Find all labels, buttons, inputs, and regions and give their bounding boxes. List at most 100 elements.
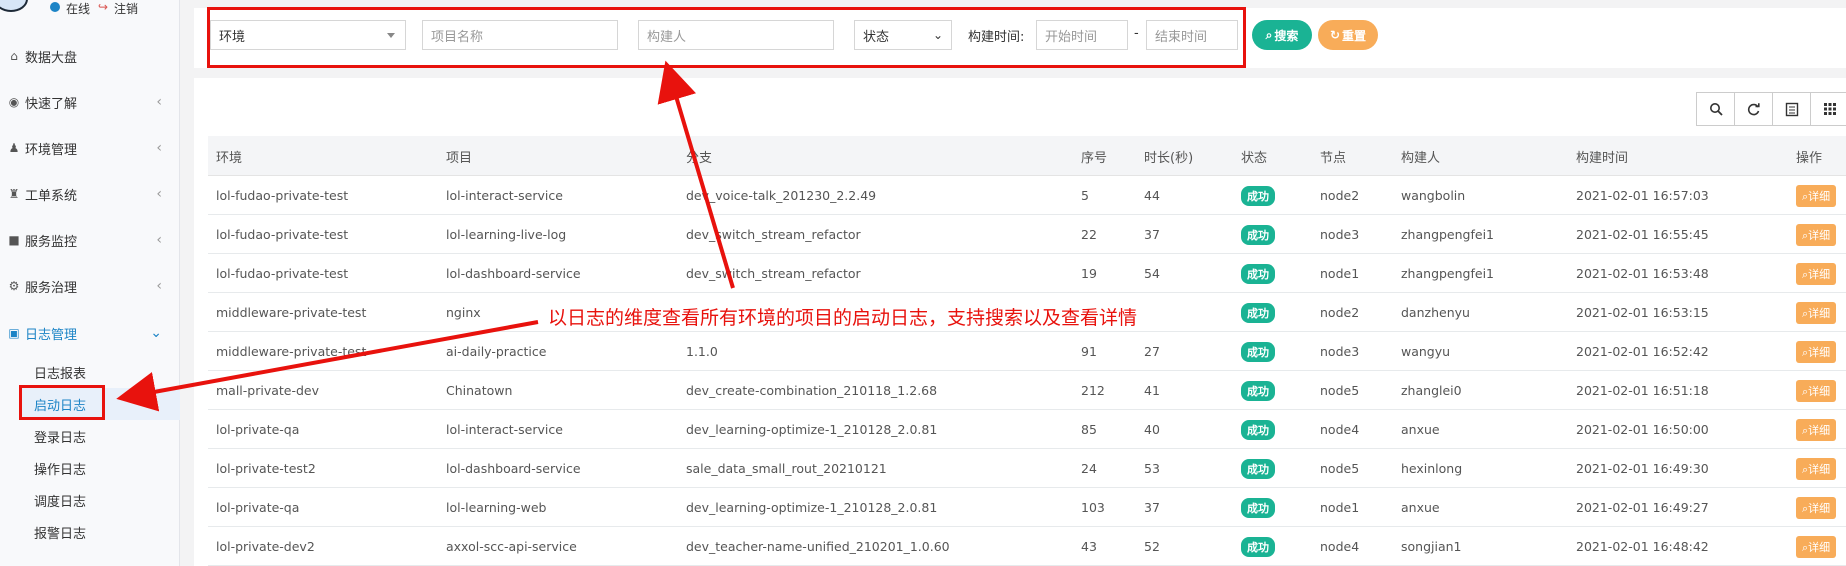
table-cell: 37 — [1144, 227, 1160, 242]
avatar[interactable] — [0, 0, 28, 12]
detail-button[interactable]: ⌕详细 — [1796, 215, 1837, 254]
refresh-icon: ↻ — [1329, 28, 1341, 42]
status-cell: 成功 — [1241, 371, 1275, 410]
table-cell: middleware-private-test — [216, 305, 367, 320]
table-cell: 103 — [1081, 500, 1105, 515]
detail-button[interactable]: ⌕详细 — [1796, 449, 1837, 488]
table-cell: 19 — [1081, 266, 1097, 281]
sidebar-item-4[interactable]: ■ 服务监控 ‹ — [0, 220, 180, 260]
table-cell: lol-fudao-private-test — [216, 227, 349, 242]
table-cell: lol-private-qa — [216, 422, 300, 437]
table-cell: lol-learning-web — [446, 500, 547, 515]
status-badge: 成功 — [1241, 185, 1275, 206]
column-header[interactable]: 操作 — [1796, 136, 1822, 176]
sidebar-item-label: 服务监控 — [25, 234, 78, 250]
detail-button[interactable]: ⌕详细 — [1796, 488, 1837, 527]
detail-button-label: ⌕详细 — [1796, 457, 1837, 480]
ticket-icon: ♜ — [8, 187, 20, 201]
sidebar-item-1[interactable]: ◉ 快速了解 ‹ — [0, 82, 180, 122]
sidebar-subitem-3[interactable]: 操作日志 — [34, 459, 86, 478]
detail-button-label: ⌕详细 — [1796, 301, 1837, 324]
table-cell: songjian1 — [1401, 539, 1462, 554]
logout-icon[interactable]: ↪ — [98, 0, 108, 14]
table-cell: dev_learning-optimize-1_210128_2.0.81 — [686, 422, 938, 437]
sidebar-subitem-5[interactable]: 报警日志 — [34, 523, 86, 542]
column-header[interactable]: 环境 — [216, 136, 242, 176]
column-header[interactable]: 构建人 — [1401, 136, 1440, 176]
table-search-button[interactable] — [1696, 92, 1735, 126]
table-columns-button[interactable] — [1810, 92, 1846, 126]
table-cell: 2021-02-01 16:55:45 — [1576, 227, 1709, 242]
table-cell: lol-dashboard-service — [446, 266, 581, 281]
table-cell: 91 — [1081, 344, 1097, 359]
sidebar-subitem-0[interactable]: 日志报表 — [34, 363, 86, 382]
list-icon — [1785, 102, 1798, 116]
sidebar-item-label: 服务治理 — [25, 280, 78, 296]
column-header[interactable]: 节点 — [1320, 136, 1346, 176]
table-cell: lol-fudao-private-test — [216, 266, 349, 281]
table-cell: 41 — [1144, 383, 1160, 398]
table-cell: 2021-02-01 16:51:18 — [1576, 383, 1709, 398]
table-cell: 2021-02-01 16:52:42 — [1576, 344, 1709, 359]
table-cell: 37 — [1144, 500, 1160, 515]
detail-button[interactable]: ⌕详细 — [1796, 332, 1837, 371]
table-cell: zhangpengfei1 — [1401, 227, 1494, 242]
table-refresh-button[interactable] — [1734, 92, 1773, 126]
table-row: lol-fudao-private-test lol-interact-servi… — [208, 176, 1846, 215]
column-header[interactable]: 时长(秒) — [1144, 136, 1193, 176]
table-cell: 52 — [1144, 539, 1160, 554]
table-cell: node4 — [1320, 539, 1360, 554]
detail-text: 详细 — [1808, 501, 1831, 515]
table-cell: node3 — [1320, 227, 1360, 242]
table-cell: 22 — [1081, 227, 1097, 242]
table-cell: node3 — [1320, 344, 1360, 359]
sidebar-item-0[interactable]: ⌂ 数据大盘 — [0, 36, 180, 76]
sidebar-item-2[interactable]: ♟ 环境管理 ‹ — [0, 128, 180, 168]
detail-button[interactable]: ⌕详细 — [1796, 410, 1837, 449]
chevron-left-icon: ‹ — [156, 186, 162, 202]
detail-text: 详细 — [1808, 228, 1831, 242]
table-cell: 2021-02-01 16:49:30 — [1576, 461, 1709, 476]
table-cell: 1.1.0 — [686, 344, 718, 359]
table-cell: dev_create-combination_210118_1.2.68 — [686, 383, 938, 398]
sidebar-subitem-2[interactable]: 登录日志 — [34, 427, 86, 446]
column-header[interactable]: 项目 — [446, 136, 472, 176]
logout-link[interactable]: 注销 — [114, 0, 138, 17]
detail-text: 详细 — [1808, 267, 1831, 281]
annotation-text: 以日志的维度查看所有环境的项目的启动日志，支持搜索以及查看详情 — [548, 307, 1138, 329]
sidebar-subitem-4[interactable]: 调度日志 — [34, 491, 86, 510]
table-cell: zhangpengfei1 — [1401, 266, 1494, 281]
reset-button[interactable]: ↻ 重置 — [1318, 20, 1378, 50]
detail-button[interactable]: ⌕详细 — [1796, 254, 1837, 293]
detail-button[interactable]: ⌕详细 — [1796, 293, 1837, 332]
sidebar-item-6[interactable]: ▣ 日志管理 ⌄ — [0, 313, 180, 353]
status-cell: 成功 — [1241, 488, 1275, 527]
table-cell: axxol-scc-api-service — [446, 539, 577, 554]
sidebar-item-5[interactable]: ⚙ 服务治理 ‹ — [0, 266, 180, 306]
detail-button-label: ⌕详细 — [1796, 262, 1837, 285]
table-row: lol-private-dev2 axxol-scc-api-service dev… — [208, 527, 1846, 566]
detail-button-label: ⌕详细 — [1796, 496, 1837, 519]
table-cell: 2021-02-01 16:53:15 — [1576, 305, 1709, 320]
column-header[interactable]: 状态 — [1241, 136, 1267, 176]
detail-button[interactable]: ⌕详细 — [1796, 176, 1837, 215]
detail-button-label: ⌕详细 — [1796, 418, 1837, 441]
eye-icon: ◉ — [8, 95, 20, 109]
search-button[interactable]: ⌕ 搜索 — [1252, 20, 1312, 50]
sidebar: 在线 ↪ 注销 ⌂ 数据大盘 ◉ 快速了解 ‹ ♟ 环境管理 ‹ ♜ 工单系统 ‹ ■ 服务监控 ‹ ⚙ 服务… — [0, 0, 180, 566]
table-row: lol-private-test2 lol-dashboard-service sa… — [208, 449, 1846, 488]
table-header: 环境 项目 分支 序号 时长(秒) 状态 节点 构建人 构建时间 操作 — [208, 136, 1846, 176]
sidebar-item-3[interactable]: ♜ 工单系统 ‹ — [0, 174, 180, 214]
column-header[interactable]: 构建时间 — [1576, 136, 1628, 176]
table-cell: wangbolin — [1401, 188, 1466, 203]
table-toggle-view-button[interactable] — [1772, 92, 1811, 126]
table-cell: nginx — [446, 305, 481, 320]
column-header[interactable]: 分支 — [686, 136, 712, 176]
status-badge: 成功 — [1241, 419, 1275, 440]
table-cell: 212 — [1081, 383, 1105, 398]
table-cell: middleware-private-test — [216, 344, 367, 359]
column-header[interactable]: 序号 — [1081, 136, 1107, 176]
reset-button-label: 重置 — [1342, 28, 1367, 43]
detail-button[interactable]: ⌕详细 — [1796, 527, 1837, 566]
detail-button[interactable]: ⌕详细 — [1796, 371, 1837, 410]
